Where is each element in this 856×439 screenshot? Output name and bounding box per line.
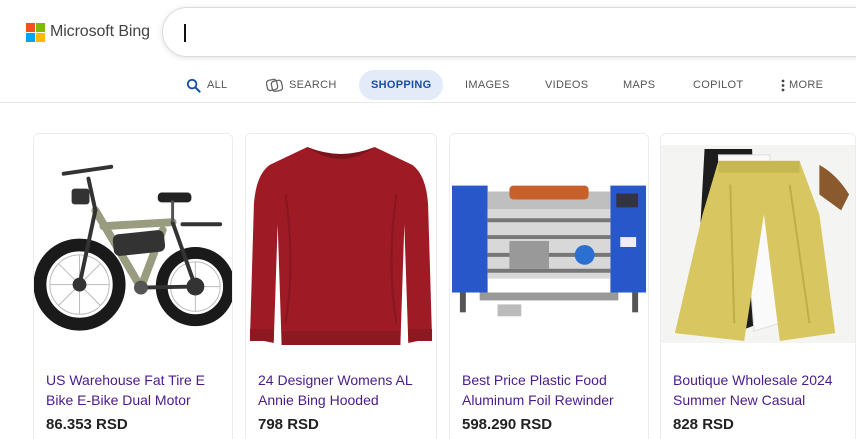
product-title[interactable]: Best Price Plastic Food Aluminum Foil Re…	[462, 370, 640, 410]
text-caret	[184, 24, 186, 42]
search-icon	[186, 78, 201, 93]
search-input[interactable]	[162, 7, 856, 57]
tab-videos[interactable]: VIDEOS	[545, 70, 588, 100]
product-price: 798 RSD	[258, 416, 319, 433]
tab-label: MAPS	[623, 79, 656, 91]
top-header: Microsoft Bing ALL SEARCH SHOPPING IMAGE…	[0, 0, 856, 103]
more-vertical-icon	[781, 79, 785, 92]
tab-shopping[interactable]: SHOPPING	[359, 70, 444, 100]
product-card[interactable]: 24 Designer Womens AL Annie Bing Hooded …	[245, 133, 437, 439]
tab-copilot[interactable]: COPILOT	[693, 70, 743, 100]
wide-leg-pants-image[interactable]	[661, 134, 855, 356]
tab-all[interactable]: ALL	[186, 70, 227, 100]
tab-label: VIDEOS	[545, 79, 589, 91]
product-title[interactable]: 24 Designer Womens AL Annie Bing Hooded	[258, 370, 428, 410]
microsoft-logo-icon	[26, 22, 45, 42]
tab-images[interactable]: IMAGES	[465, 70, 510, 100]
foil-rewinder-machine-image[interactable]	[450, 134, 648, 356]
product-price: 828 RSD	[673, 416, 734, 433]
red-sweatshirt-image[interactable]	[246, 134, 436, 356]
copilot-search-icon	[266, 78, 283, 93]
tab-label: SEARCH	[289, 79, 337, 91]
product-title[interactable]: Boutique Wholesale 2024 Summer New Casua…	[673, 370, 847, 410]
tab-label: COPILOT	[693, 79, 744, 91]
logo-text: Microsoft Bing	[50, 23, 150, 40]
tab-label: SHOPPING	[371, 79, 432, 91]
tab-label: IMAGES	[465, 79, 510, 91]
product-card[interactable]: Best Price Plastic Food Aluminum Foil Re…	[449, 133, 649, 439]
product-price: 598.290 RSD	[462, 416, 553, 433]
scope-tabs: ALL SEARCH SHOPPING IMAGES VIDEOS MAPS C…	[0, 70, 856, 100]
tab-label: MORE	[789, 79, 824, 91]
product-title[interactable]: US Warehouse Fat Tire E Bike E-Bike Dual…	[46, 370, 224, 410]
product-card[interactable]: US Warehouse Fat Tire E Bike E-Bike Dual…	[33, 133, 233, 439]
product-card[interactable]: Boutique Wholesale 2024 Summer New Casua…	[660, 133, 856, 439]
tab-label: ALL	[207, 79, 228, 91]
tab-maps[interactable]: MAPS	[623, 70, 655, 100]
tab-more[interactable]: MORE	[781, 70, 823, 100]
product-price: 86.353 RSD	[46, 416, 128, 433]
tab-search[interactable]: SEARCH	[266, 70, 337, 100]
bing-logo[interactable]: Microsoft Bing	[26, 22, 150, 42]
electric-bike-image[interactable]	[34, 134, 232, 356]
